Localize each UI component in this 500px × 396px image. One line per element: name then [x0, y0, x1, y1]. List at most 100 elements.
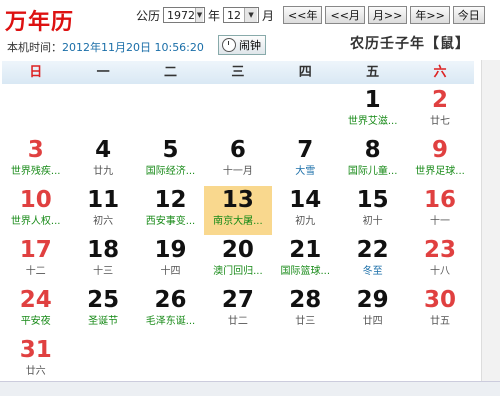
day-cell[interactable]: 15 初十	[339, 186, 406, 235]
lunar-or-festival-label: 十三	[93, 266, 114, 277]
lunar-or-festival-label: 平安夜	[20, 316, 51, 327]
day-number: 20	[221, 237, 254, 263]
day-number: 16	[424, 187, 457, 213]
day-cell[interactable]: 16 十一	[406, 186, 473, 235]
day-number: 8	[364, 137, 381, 163]
month-unit-label: 月	[262, 8, 275, 23]
empty-day-cell	[272, 336, 339, 385]
year-select[interactable]: 1972 ▼	[163, 7, 206, 23]
day-cell[interactable]: 25 圣诞节	[69, 286, 136, 335]
next-month-button[interactable]: 月>>	[367, 6, 408, 24]
day-cell[interactable]: 23 十八	[406, 236, 473, 285]
weekday-label: 二	[163, 65, 177, 80]
weekday-label: 三	[231, 65, 245, 80]
day-cell[interactable]: 18 十三	[69, 236, 136, 285]
day-cell[interactable]: 19 十四	[137, 236, 204, 285]
day-number: 3	[27, 137, 44, 163]
bottom-bar	[0, 381, 500, 396]
day-number: 2	[432, 87, 449, 113]
day-cell[interactable]: 26 毛泽东诞...	[137, 286, 204, 335]
lunar-or-festival-label: 国际经济...	[145, 166, 196, 177]
lunar-or-festival-label: 廿三	[295, 316, 316, 327]
weekday-label: 六	[433, 65, 447, 80]
lunar-or-festival-label: 冬至	[362, 266, 383, 277]
next-year-button[interactable]: 年>>	[410, 6, 450, 24]
alarm-clock-label: 闹钟	[239, 39, 261, 52]
empty-day-cell	[339, 336, 406, 385]
weekday-label: 四	[298, 65, 312, 80]
empty-day-cell	[69, 86, 136, 135]
day-cell[interactable]: 21 国际篮球...	[272, 236, 339, 285]
prev-month-button[interactable]: <<月	[325, 6, 365, 24]
chevron-down-icon: ▼	[195, 8, 204, 22]
alarm-clock-button[interactable]: 闹钟	[218, 35, 266, 55]
day-number: 11	[87, 187, 120, 213]
lunar-or-festival-label: 十八	[430, 266, 451, 277]
day-cell[interactable]: 2 廿七	[406, 86, 473, 135]
day-cell[interactable]: 27 廿二	[204, 286, 271, 335]
calendar-week-row: 17 十二 18 十三 19 十四 20 澳门回归... 21 国际篮球... 22 冬至 23 十八	[2, 236, 474, 286]
date-nav-toolbar: 公历 1972 ▼ 年 12 ▼ 月 <<年 <<月 月>> 年>> 今日	[133, 6, 485, 24]
prev-year-button[interactable]: <<年	[283, 6, 323, 24]
lunar-or-festival-label: 大雪	[295, 166, 316, 177]
gongli-label: 公历	[136, 8, 161, 23]
day-cell[interactable]: 5 国际经济...	[137, 136, 204, 185]
calendar-week-row: 31 廿六	[2, 336, 474, 386]
day-number: 7	[297, 137, 314, 163]
day-cell[interactable]: 1 世界艾滋...	[339, 86, 406, 135]
calendar-week-row: 1 世界艾滋... 2 廿七	[2, 86, 474, 136]
lunar-or-festival-label: 圣诞节	[88, 316, 119, 327]
day-cell[interactable]: 13 南京大屠...	[204, 186, 272, 235]
day-number: 10	[19, 187, 52, 213]
empty-day-cell	[69, 336, 136, 385]
day-cell[interactable]: 12 西安事变...	[137, 186, 204, 235]
lunar-or-festival-label: 南京大屠...	[213, 216, 263, 227]
day-cell[interactable]: 7 大雪	[272, 136, 339, 185]
empty-day-cell	[204, 86, 271, 135]
day-cell[interactable]: 31 廿六	[2, 336, 69, 385]
day-number: 29	[356, 287, 389, 313]
vertical-scrollbar[interactable]	[481, 60, 500, 382]
lunar-or-festival-label: 十一	[430, 216, 451, 227]
day-cell[interactable]: 30 廿五	[406, 286, 473, 335]
lunar-or-festival-label: 廿九	[93, 166, 114, 177]
day-cell[interactable]: 29 廿四	[339, 286, 406, 335]
day-number: 4	[95, 137, 112, 163]
day-number: 12	[154, 187, 187, 213]
day-number: 6	[229, 137, 246, 163]
day-cell[interactable]: 6 十一月	[204, 136, 271, 185]
calendar-week-row: 3 世界残疾... 4 廿九 5 国际经济... 6 十一月 7 大雪 8 国际儿童... 9 世界足球.…	[2, 136, 474, 186]
day-number: 24	[19, 287, 52, 313]
day-number: 25	[87, 287, 120, 313]
lunar-or-festival-label: 初九	[295, 216, 316, 227]
today-button[interactable]: 今日	[452, 6, 485, 24]
day-cell[interactable]: 20 澳门回归...	[204, 236, 271, 285]
day-cell[interactable]: 10 世界人权...	[2, 186, 69, 235]
day-number: 9	[432, 137, 449, 163]
day-cell[interactable]: 14 初九	[272, 186, 339, 235]
day-cell[interactable]: 24 平安夜	[2, 286, 69, 335]
day-cell[interactable]: 11 初六	[69, 186, 136, 235]
day-cell[interactable]: 17 十二	[2, 236, 69, 285]
lunar-or-festival-label: 毛泽东诞...	[145, 316, 196, 327]
empty-day-cell	[137, 86, 204, 135]
lunar-or-festival-label: 廿四	[362, 316, 383, 327]
lunar-or-festival-label: 世界人权...	[10, 216, 61, 227]
lunar-or-festival-label: 廿五	[430, 316, 451, 327]
local-time: 本机时间：2012年11月20日 10:56:20	[7, 39, 204, 55]
lunar-year: 农历壬子年【鼠】	[350, 36, 470, 52]
day-cell[interactable]: 22 冬至	[339, 236, 406, 285]
month-select[interactable]: 12 ▼	[223, 7, 260, 23]
day-cell[interactable]: 9 世界足球...	[406, 136, 473, 185]
lunar-or-festival-label: 世界足球...	[415, 166, 465, 177]
empty-day-cell	[272, 86, 339, 135]
empty-day-cell	[204, 336, 271, 385]
local-time-value: 2012年11月20日 10:56:20	[62, 41, 204, 54]
day-number: 5	[162, 137, 179, 163]
day-cell[interactable]: 8 国际儿童...	[339, 136, 406, 185]
calendar-week-row: 24 平安夜 25 圣诞节 26 毛泽东诞... 27 廿二 28 廿三 29 廿四 30 廿五	[2, 286, 474, 336]
day-cell[interactable]: 28 廿三	[272, 286, 339, 335]
day-cell[interactable]: 4 廿九	[69, 136, 136, 185]
day-number: 26	[154, 287, 187, 313]
day-cell[interactable]: 3 世界残疾...	[2, 136, 69, 185]
